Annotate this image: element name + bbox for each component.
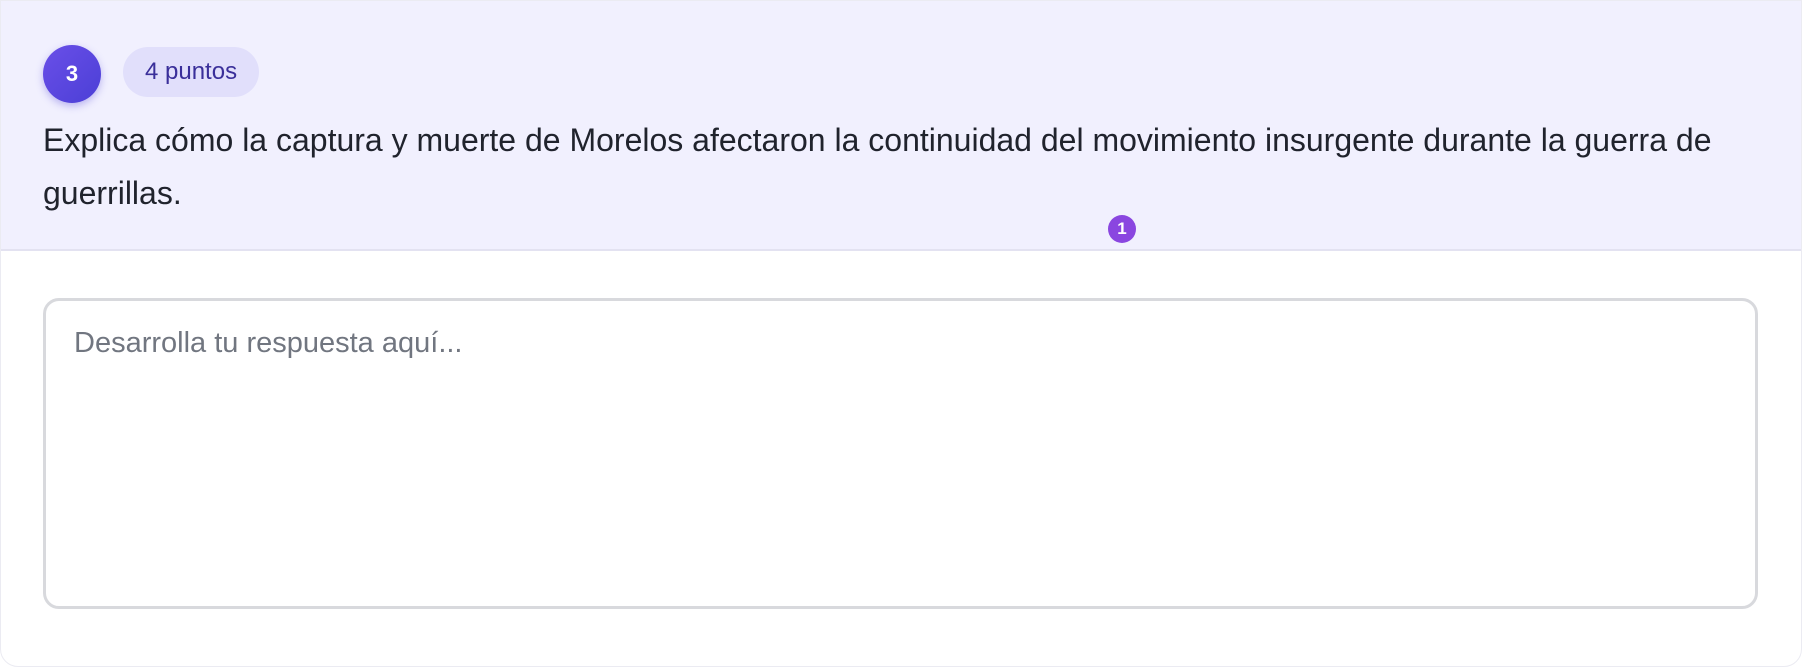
step-marker-badge: 1 [1108, 215, 1136, 243]
question-number-badge: 3 [43, 45, 101, 103]
answer-textarea[interactable] [43, 298, 1758, 609]
question-card: 3 4 puntos Explica cómo la captura y mue… [0, 0, 1802, 667]
question-text: Explica cómo la captura y muerte de More… [43, 122, 1712, 211]
points-badge: 4 puntos [123, 47, 260, 97]
question-header: 3 4 puntos Explica cómo la captura y mue… [1, 1, 1801, 251]
